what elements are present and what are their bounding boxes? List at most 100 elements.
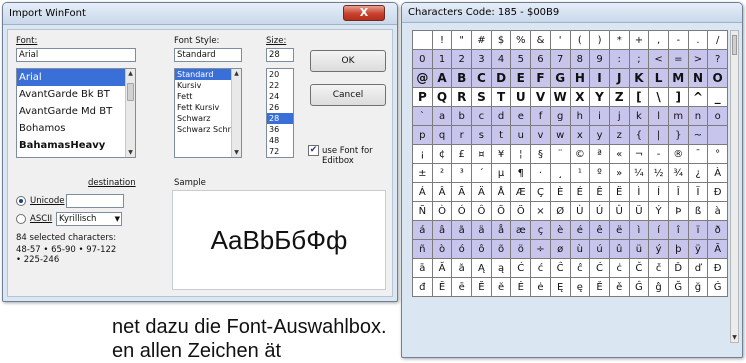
character-cell[interactable]: f (530, 106, 551, 126)
character-cell[interactable]: õ (490, 239, 512, 259)
character-cell[interactable]: Č (628, 258, 650, 278)
character-cell[interactable]: ì (628, 220, 650, 240)
character-cell[interactable]: P (412, 87, 433, 107)
character-cell[interactable]: Þ (667, 201, 689, 221)
character-cell[interactable]: / (707, 30, 728, 50)
character-cell[interactable]: Ė (510, 277, 532, 297)
character-cell[interactable]: S (471, 87, 492, 107)
character-cell[interactable]: u (510, 125, 532, 145)
character-cell[interactable]: ð (707, 220, 728, 240)
character-cell[interactable]: D (490, 68, 512, 88)
character-cell[interactable]: d (490, 106, 512, 126)
character-cell[interactable]: ï (687, 220, 709, 240)
character-cell[interactable]: Y (589, 87, 610, 107)
character-cell[interactable]: ÿ (687, 239, 709, 259)
character-cell[interactable]: ò (431, 239, 453, 259)
list-item[interactable]: 28 (267, 113, 293, 124)
character-cell[interactable]: & (530, 30, 551, 50)
character-cell[interactable]: ă (451, 258, 473, 278)
character-cell[interactable]: n (687, 106, 709, 126)
character-cell[interactable]: » (608, 163, 630, 183)
character-cell[interactable]: $ (490, 30, 512, 50)
use-font-checkbox[interactable]: ✔ (308, 145, 319, 156)
ok-button[interactable]: OK (310, 50, 386, 72)
character-cell[interactable]: Ğ (667, 277, 689, 297)
character-cell[interactable]: 6 (530, 49, 551, 69)
character-cell[interactable]: ± (412, 163, 433, 183)
character-cell[interactable]: æ (510, 220, 532, 240)
character-cell[interactable]: B (451, 68, 473, 88)
character-cell[interactable]: ę (569, 277, 591, 297)
character-cell[interactable]: Ô (471, 201, 492, 221)
character-cell[interactable]: ] (667, 87, 689, 107)
character-cell[interactable]: h (569, 106, 591, 126)
character-cell[interactable]: k (628, 106, 650, 126)
cancel-button[interactable]: Cancel (310, 84, 386, 106)
character-cell[interactable]: J (608, 68, 630, 88)
character-cell[interactable]: Ì (628, 182, 650, 202)
character-cell[interactable]: Ą (471, 258, 492, 278)
character-cell[interactable]: â (431, 220, 453, 240)
character-cell[interactable]: ® (667, 144, 689, 164)
font-list[interactable]: Arial AvantGarde Bk BT AvantGarde Md BT Boh… (16, 68, 136, 158)
character-cell[interactable]: C (471, 68, 492, 88)
charmap-scrollbar[interactable]: ▼ (730, 30, 739, 343)
character-cell[interactable]: ½ (648, 163, 669, 183)
character-cell[interactable]: ¯ (687, 144, 709, 164)
character-cell[interactable]: Â (431, 182, 453, 202)
character-grid[interactable]: ! " # $% & '() * +, -./0 1 2 3 4 5 6 7 8 9:; < = >? @ A B C D E F G H… (412, 30, 728, 297)
scroll-down-icon[interactable]: ▼ (232, 148, 241, 157)
close-button[interactable]: X (343, 5, 385, 21)
character-cell[interactable]: @ (412, 68, 433, 88)
character-cell[interactable]: H (569, 68, 591, 88)
character-cell[interactable]: # (471, 30, 492, 50)
ascii-radio[interactable] (16, 214, 26, 224)
character-cell[interactable]: j (608, 106, 630, 126)
character-cell[interactable]: ^ (687, 87, 709, 107)
character-cell[interactable]: û (608, 239, 630, 259)
character-cell[interactable]: F (530, 68, 551, 88)
character-cell[interactable]: à (707, 201, 728, 221)
list-item[interactable]: 72 (267, 146, 293, 157)
character-cell[interactable]: Ú (589, 201, 610, 221)
list-item[interactable]: Arial (17, 69, 135, 86)
character-cell[interactable]: a (431, 106, 453, 126)
character-cell[interactable]: Ē (431, 277, 453, 297)
font-name-field[interactable]: Arial (16, 48, 136, 62)
size-field[interactable]: 28 (266, 48, 294, 62)
character-cell[interactable]: { (628, 125, 650, 145)
character-cell[interactable]: ü (628, 239, 650, 259)
character-cell[interactable]: Ġ (707, 277, 728, 297)
character-cell[interactable]: 7 (549, 49, 571, 69)
character-cell[interactable]: [ (628, 87, 650, 107)
character-cell[interactable]: ç (530, 220, 551, 240)
character-cell[interactable]: q (431, 125, 453, 145)
character-cell[interactable]: Ĉ (549, 258, 571, 278)
character-cell[interactable]: ¥ (490, 144, 512, 164)
character-cell[interactable]: Ă (431, 258, 453, 278)
list-item[interactable]: Bohamos (17, 120, 135, 137)
character-cell[interactable]: ö (510, 239, 532, 259)
character-cell[interactable]: Ď (667, 258, 689, 278)
character-cell[interactable]: þ (667, 239, 689, 259)
character-cell[interactable]: Ę (549, 277, 571, 297)
character-cell[interactable]: î (667, 220, 689, 240)
list-item[interactable]: 48 (267, 135, 293, 146)
character-cell[interactable]: Ü (628, 201, 650, 221)
character-cell[interactable]: Ā (707, 239, 728, 259)
character-cell[interactable]: + (628, 30, 650, 50)
character-cell[interactable]: ¹ (569, 163, 591, 183)
character-cell[interactable]: ¡ (412, 144, 433, 164)
character-cell[interactable]: K (628, 68, 650, 88)
character-cell[interactable]: ý (648, 239, 669, 259)
character-cell[interactable]: Ø (549, 201, 571, 221)
character-cell[interactable]: ¿ (687, 163, 709, 183)
character-cell[interactable]: | (648, 125, 669, 145)
character-cell[interactable]: · (530, 163, 551, 183)
character-cell[interactable]: ċ (608, 258, 630, 278)
character-cell[interactable]: T (490, 87, 512, 107)
character-cell[interactable]: ß (687, 201, 709, 221)
list-item[interactable]: 22 (267, 80, 293, 91)
character-cell[interactable]: ê (589, 220, 610, 240)
codepage-select[interactable]: Kyrillisch ▼ (56, 212, 122, 226)
